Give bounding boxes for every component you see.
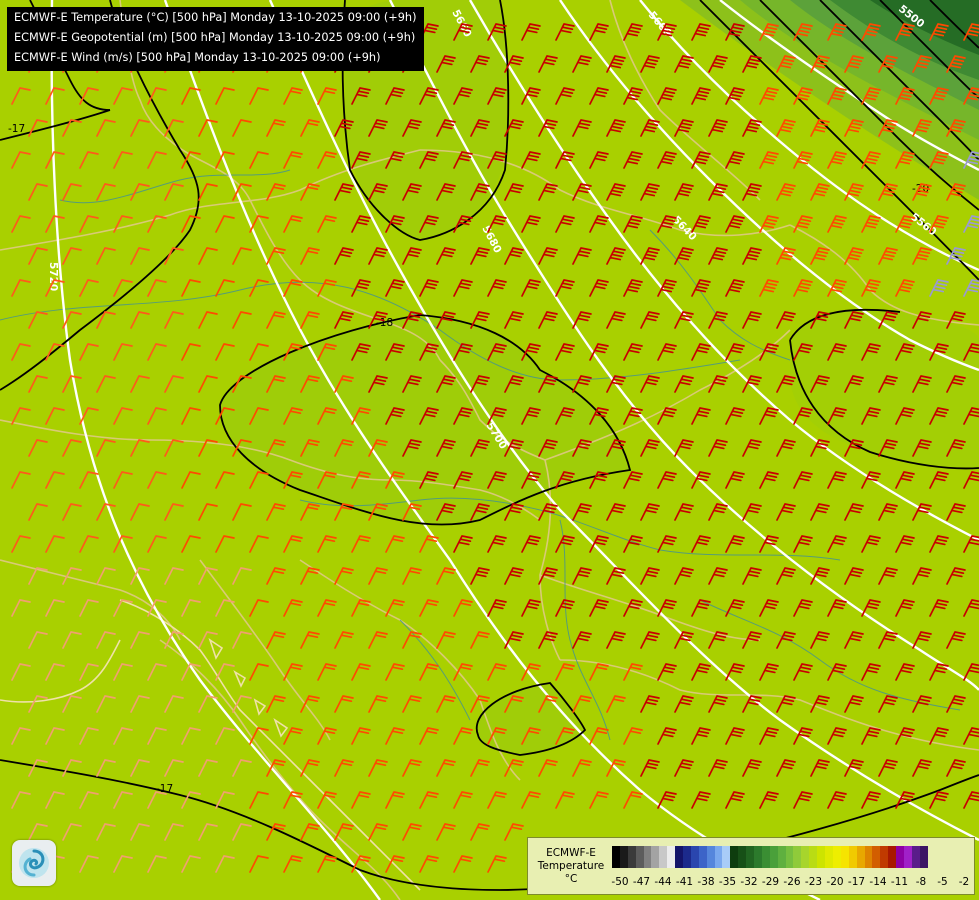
cyclone-logo-icon[interactable] [12, 840, 56, 886]
legend-tick: -41 [675, 876, 694, 888]
legend-tick: -26 [783, 876, 801, 888]
legend-swatch [864, 846, 873, 868]
legend-swatch [730, 846, 739, 868]
isotherm-label: -17 [8, 123, 25, 135]
legend-swatch [825, 846, 833, 868]
legend-swatch [706, 846, 715, 868]
legend-swatch [785, 846, 794, 868]
legend-swatch [659, 846, 668, 868]
legend-swatch [738, 846, 747, 868]
legend-swatch [809, 846, 818, 868]
legend-swatch [635, 846, 644, 868]
legend-swatch [651, 846, 660, 868]
legend-swatch [714, 846, 723, 868]
weather-map-viewer: -17 -18 -17 -20 5700 5680 5660 5640 5600… [0, 0, 979, 900]
legend-swatch [888, 846, 897, 868]
legend-swatch [903, 846, 912, 868]
legend-swatch [612, 846, 620, 868]
legend-swatch [690, 846, 699, 868]
info-wind: ECMWF-E Wind (m/s) [500 hPa] Monday 13-1… [14, 51, 381, 64]
legend-title-variable: Temperature [537, 860, 605, 872]
legend-swatch [832, 846, 841, 868]
map-canvas[interactable]: -17 -18 -17 -20 5700 5680 5660 5640 5600… [0, 0, 979, 900]
layer-info-box: ECMWF-E Temperature (°C) [500 hPa] Monda… [7, 7, 424, 71]
legend-swatch [619, 846, 628, 868]
legend-swatch [683, 846, 691, 868]
isohypse-label: 5720 [47, 262, 59, 291]
legend-tick: -32 [740, 876, 758, 888]
cyclone-logo-graphic [19, 848, 49, 878]
legend-tick: -44 [654, 876, 672, 888]
legend-swatch [817, 846, 826, 868]
legend-tick: -47 [632, 876, 651, 888]
legend-tick: -8 [915, 876, 927, 888]
legend-swatch [722, 846, 731, 868]
legend-swatch [919, 846, 928, 868]
legend-tick: -35 [718, 876, 737, 888]
legend-tick: -11 [890, 876, 909, 888]
legend-tick: -50 [611, 876, 629, 888]
temperature-legend: ECMWF-E Temperature °C -50 -47 -44 -41 -38 -3… [527, 837, 975, 895]
legend-title-unit: °C [564, 873, 578, 885]
legend-tick: -38 [697, 876, 715, 888]
legend-tick: -2 [958, 876, 970, 888]
legend-tick: -20 [826, 876, 844, 888]
legend-swatch [675, 846, 684, 868]
legend-tick: -17 [847, 876, 866, 888]
legend-tick-labels: -50 -47 -44 -41 -38 -35 -32 -29 -26 -23 -20 -17 -14-… [611, 876, 972, 890]
legend-title-model: ECMWF-E [546, 847, 596, 859]
legend-tick: -29 [761, 876, 780, 888]
legend-swatch [698, 846, 707, 868]
legend-swatch [840, 846, 849, 868]
legend-swatch [643, 846, 652, 868]
info-geopotential: ECMWF-E Geopotential (m) [500 hPa] Monda… [14, 31, 416, 44]
legend-color-scale [612, 846, 928, 868]
legend-tick: -23 [804, 876, 823, 888]
info-temperature: ECMWF-E Temperature (°C) [500 hPa] Monda… [14, 11, 417, 24]
legend-swatch [746, 846, 755, 868]
legend-swatch [793, 846, 802, 868]
legend-swatch [761, 846, 770, 868]
legend-swatch [872, 846, 881, 868]
legend-swatch [856, 846, 865, 868]
legend-swatch [754, 846, 762, 868]
legend-swatch [848, 846, 857, 868]
legend-swatch [627, 846, 636, 868]
legend-title: ECMWF-E Temperature °C [532, 847, 610, 886]
legend-swatch [896, 846, 904, 868]
legend-swatch [880, 846, 889, 868]
legend-tick: -5 [937, 876, 948, 888]
legend-swatch [667, 846, 676, 868]
legend-tick: -14 [869, 876, 887, 888]
legend-swatch [801, 846, 810, 868]
legend-swatch [911, 846, 920, 868]
legend-swatch [777, 846, 786, 868]
legend-swatch [769, 846, 778, 868]
